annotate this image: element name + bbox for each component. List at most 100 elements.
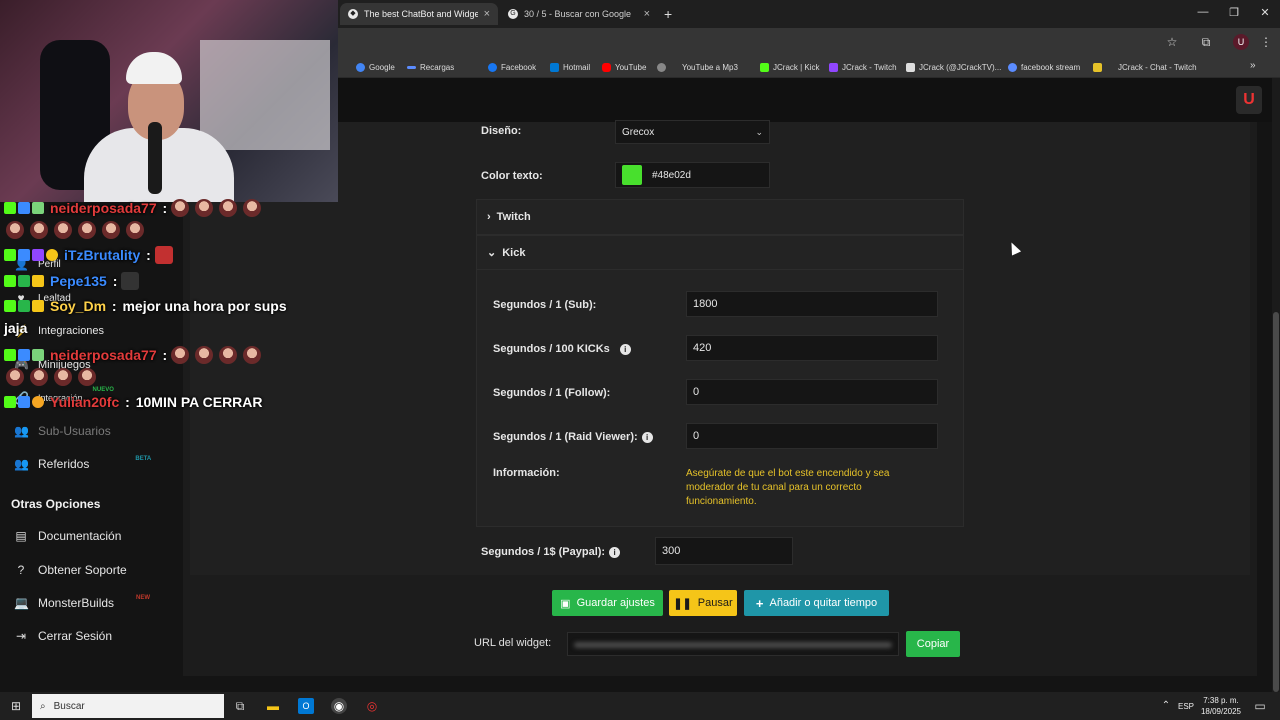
scrollbar-thumb[interactable] [1273, 312, 1279, 692]
kick-raid-label: Segundos / 1 (Raid Viewer): i [493, 431, 653, 443]
gem-badge-icon [18, 249, 30, 261]
close-window-icon[interactable]: ✕ [1250, 6, 1280, 19]
file-explorer-icon[interactable]: ▬ [265, 698, 281, 714]
save-settings-button[interactable]: ▣ Guardar ajustes [552, 590, 663, 616]
info-icon[interactable]: i [609, 546, 621, 558]
emote-icon [126, 221, 144, 239]
language-indicator[interactable]: ESP [1178, 702, 1194, 711]
sidebar-item-soporte[interactable]: ? Obtener Soporte [14, 560, 127, 580]
bookmark-jcrack-twitch[interactable]: JCrack - Twitch [829, 60, 897, 74]
emote-icon [171, 346, 190, 364]
kick-kicks-input[interactable]: 420 [686, 335, 938, 361]
emote-icon [219, 199, 238, 217]
more-bookmarks-icon[interactable]: » [1250, 60, 1256, 71]
bookmark-star-icon[interactable]: ☆ [1164, 34, 1180, 50]
gem-badge-icon [18, 396, 30, 408]
sidebar-item-referidos[interactable]: 👥 Referidos BETA [14, 454, 151, 474]
outlook-icon[interactable]: O [298, 698, 314, 714]
close-tab-icon[interactable]: × [644, 8, 650, 20]
globe-icon [657, 62, 666, 72]
paypal-label: Segundos / 1$ (Paypal): i [481, 546, 621, 558]
sidebar-item-monsterbuilds[interactable]: 💻 MonsterBuilds NEW [14, 593, 150, 613]
google-favicon-icon: G [508, 9, 518, 19]
widget-url-label: URL del widget: [474, 637, 552, 649]
widget-url-field[interactable] [567, 632, 899, 656]
close-tab-icon[interactable]: × [484, 8, 490, 20]
extensions-icon[interactable]: ⧉ [1198, 34, 1214, 50]
emote-icon [54, 368, 72, 386]
bookmark-youtube-mp3[interactable]: YouTube a Mp3 [657, 60, 738, 74]
diamond-badge-icon [18, 300, 30, 312]
kick-badge-icon [4, 275, 16, 287]
plus-icon: + [755, 595, 764, 611]
emote-icon [54, 221, 72, 239]
site-logo-icon[interactable]: U [1236, 86, 1262, 114]
bookmark-hotmail[interactable]: Hotmail [550, 60, 590, 74]
text-color-field[interactable]: #48e02d [615, 162, 770, 188]
bookmark-jcrack-chat[interactable]: JCrack - Chat - Twitch [1093, 60, 1197, 74]
logout-icon: ⇥ [15, 629, 27, 643]
emote-icon [78, 368, 96, 386]
restore-icon[interactable]: ❐ [1219, 6, 1249, 19]
browser-tab-chatbot[interactable]: ◆ The best ChatBot and Widgets × [340, 3, 498, 25]
taskbar-clock[interactable]: 7:38 p. m. 18/09/2025 [1198, 695, 1244, 717]
design-select[interactable]: Grecox ⌄ [615, 120, 770, 144]
paypal-input[interactable]: 300 [655, 537, 793, 565]
bookmark-facebook-stream[interactable]: facebook stream [1008, 60, 1080, 74]
bookmark-google[interactable]: Google [356, 60, 395, 74]
twitch-accordion-header[interactable]: › Twitch [477, 200, 963, 234]
chat-line-continued: jaja [4, 320, 28, 336]
sidebar-item-cerrar-sesion[interactable]: ⇥ Cerrar Sesión [14, 626, 112, 646]
kick-raid-input[interactable]: 0 [686, 423, 938, 449]
search-icon: ⌕ [40, 700, 46, 712]
tray-chevron-up-icon[interactable]: ⌃ [1158, 698, 1174, 714]
bookmark-jcrack-x[interactable]: JCrack (@JCrackTV)... [906, 60, 1001, 74]
taskbar-search[interactable]: ⌕ Buscar [32, 694, 224, 718]
emote-icon [6, 368, 24, 386]
chatbot-favicon-icon: ◆ [348, 9, 358, 19]
chevron-right-icon: › [487, 211, 491, 223]
info-icon[interactable]: i [619, 343, 631, 355]
chat-line-emotes [4, 221, 146, 239]
bookmark-recargas[interactable]: Recargas [407, 60, 454, 74]
copy-button[interactable]: Copiar [906, 631, 960, 657]
facebook-icon [488, 62, 497, 72]
windows-start-icon[interactable]: ⊞ [8, 698, 24, 714]
bookmark-jcrack-kick[interactable]: JCrack | Kick [760, 60, 820, 74]
streaming-app-icon[interactable]: ◎ [364, 698, 380, 714]
sub-badge-icon [32, 349, 44, 361]
webcam-overlay [0, 0, 338, 202]
notifications-icon[interactable]: ▭ [1252, 698, 1268, 714]
chat-line: iTzBrutality : [4, 246, 175, 264]
chrome-icon[interactable]: ◉ [331, 698, 347, 714]
emote-icon [243, 199, 262, 217]
color-swatch[interactable] [622, 165, 642, 185]
task-view-icon[interactable]: ⧉ [232, 698, 248, 714]
bookmark-facebook[interactable]: Facebook [488, 60, 536, 74]
browser-menu-icon[interactable]: ⋮ [1258, 34, 1274, 50]
users-icon: 👥 [14, 424, 29, 438]
browser-tab-google[interactable]: G 30 / 5 - Buscar con Google × [500, 3, 658, 25]
bookmark-youtube[interactable]: YouTube [602, 60, 646, 74]
profile-avatar-icon[interactable]: U [1233, 34, 1249, 50]
add-remove-time-button[interactable]: + Añadir o quitar tiempo [744, 590, 889, 616]
sidebar-item-documentacion[interactable]: ▤ Documentación [14, 526, 121, 546]
emote-icon [243, 346, 262, 364]
sidebar-item-sub-usuarios[interactable]: 👥 Sub-Usuarios [14, 421, 111, 441]
pause-icon: ❚❚ [673, 597, 692, 610]
kick-badge-icon [4, 300, 16, 312]
emote-icon [195, 346, 214, 364]
pause-button[interactable]: ❚❚ Pausar [669, 590, 737, 616]
info-icon[interactable]: i [641, 431, 653, 443]
kick-sub-input[interactable]: 1800 [686, 291, 938, 317]
minimize-icon[interactable]: — [1188, 6, 1218, 18]
chevron-down-icon: ⌄ [487, 247, 497, 259]
tab-title: 30 / 5 - Buscar con Google [524, 9, 632, 19]
new-tab-button[interactable]: + [664, 6, 672, 22]
kick-follow-input[interactable]: 0 [686, 379, 938, 405]
sidebar-item-integraciones[interactable]: ⚡ Integraciones [14, 321, 104, 341]
chat-icon [1093, 62, 1102, 72]
emote-icon [219, 346, 238, 364]
kick-accordion-header[interactable]: ⌄ Kick [477, 236, 963, 270]
twitch-accordion[interactable]: › Twitch [476, 199, 964, 235]
